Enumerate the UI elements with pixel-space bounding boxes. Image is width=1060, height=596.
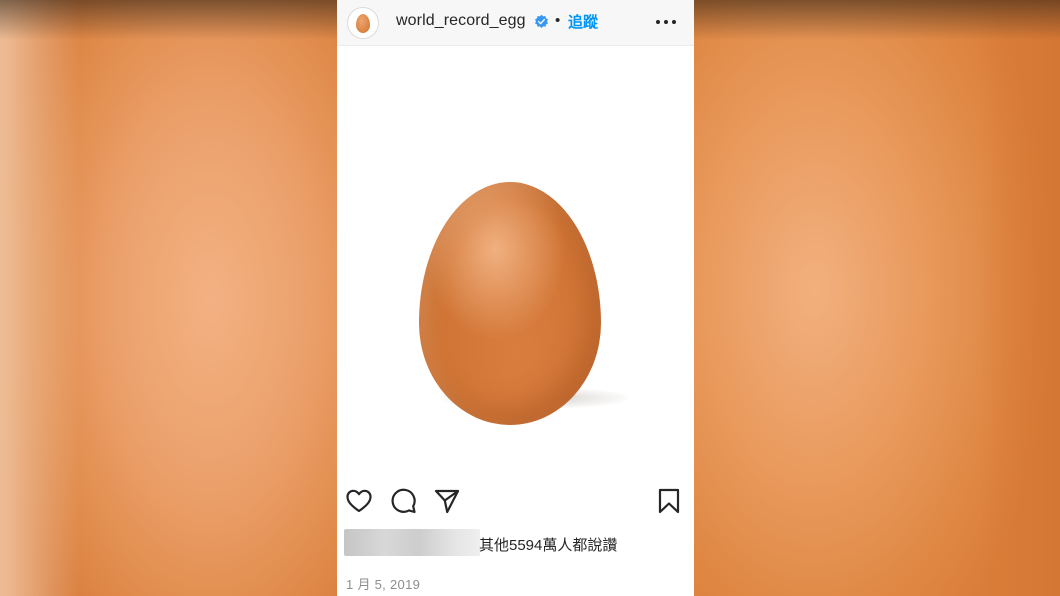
post-photo[interactable]	[337, 58, 694, 478]
blurred-liker-names	[344, 529, 480, 556]
comment-icon[interactable]	[389, 487, 417, 515]
heart-icon[interactable]	[345, 487, 373, 515]
screen: world_record_egg • 追蹤 其他5594萬人都說讚 1 月 5,…	[0, 0, 1060, 596]
bookmark-icon[interactable]	[655, 487, 683, 515]
instagram-post: world_record_egg • 追蹤 其他5594萬人都說讚 1 月 5,…	[337, 0, 694, 596]
likes-count[interactable]: 其他5594萬人都說讚	[479, 534, 617, 555]
post-date: 1 月 5, 2019	[346, 577, 421, 592]
verified-badge-icon	[535, 14, 548, 28]
blurred-background-right	[694, 0, 1060, 596]
follow-button[interactable]: 追蹤	[568, 11, 598, 32]
separator-dot: •	[555, 12, 561, 29]
likes-row: 其他5594萬人都說讚	[344, 529, 684, 557]
egg-image	[419, 182, 601, 425]
post-actions	[337, 484, 694, 516]
post-header: world_record_egg • 追蹤	[337, 0, 694, 46]
egg-avatar-icon	[356, 13, 370, 33]
blurred-background-left	[0, 0, 337, 596]
send-icon[interactable]	[433, 487, 461, 515]
avatar[interactable]	[347, 7, 379, 39]
username[interactable]: world_record_egg	[396, 12, 526, 30]
more-options-icon[interactable]	[655, 14, 677, 30]
